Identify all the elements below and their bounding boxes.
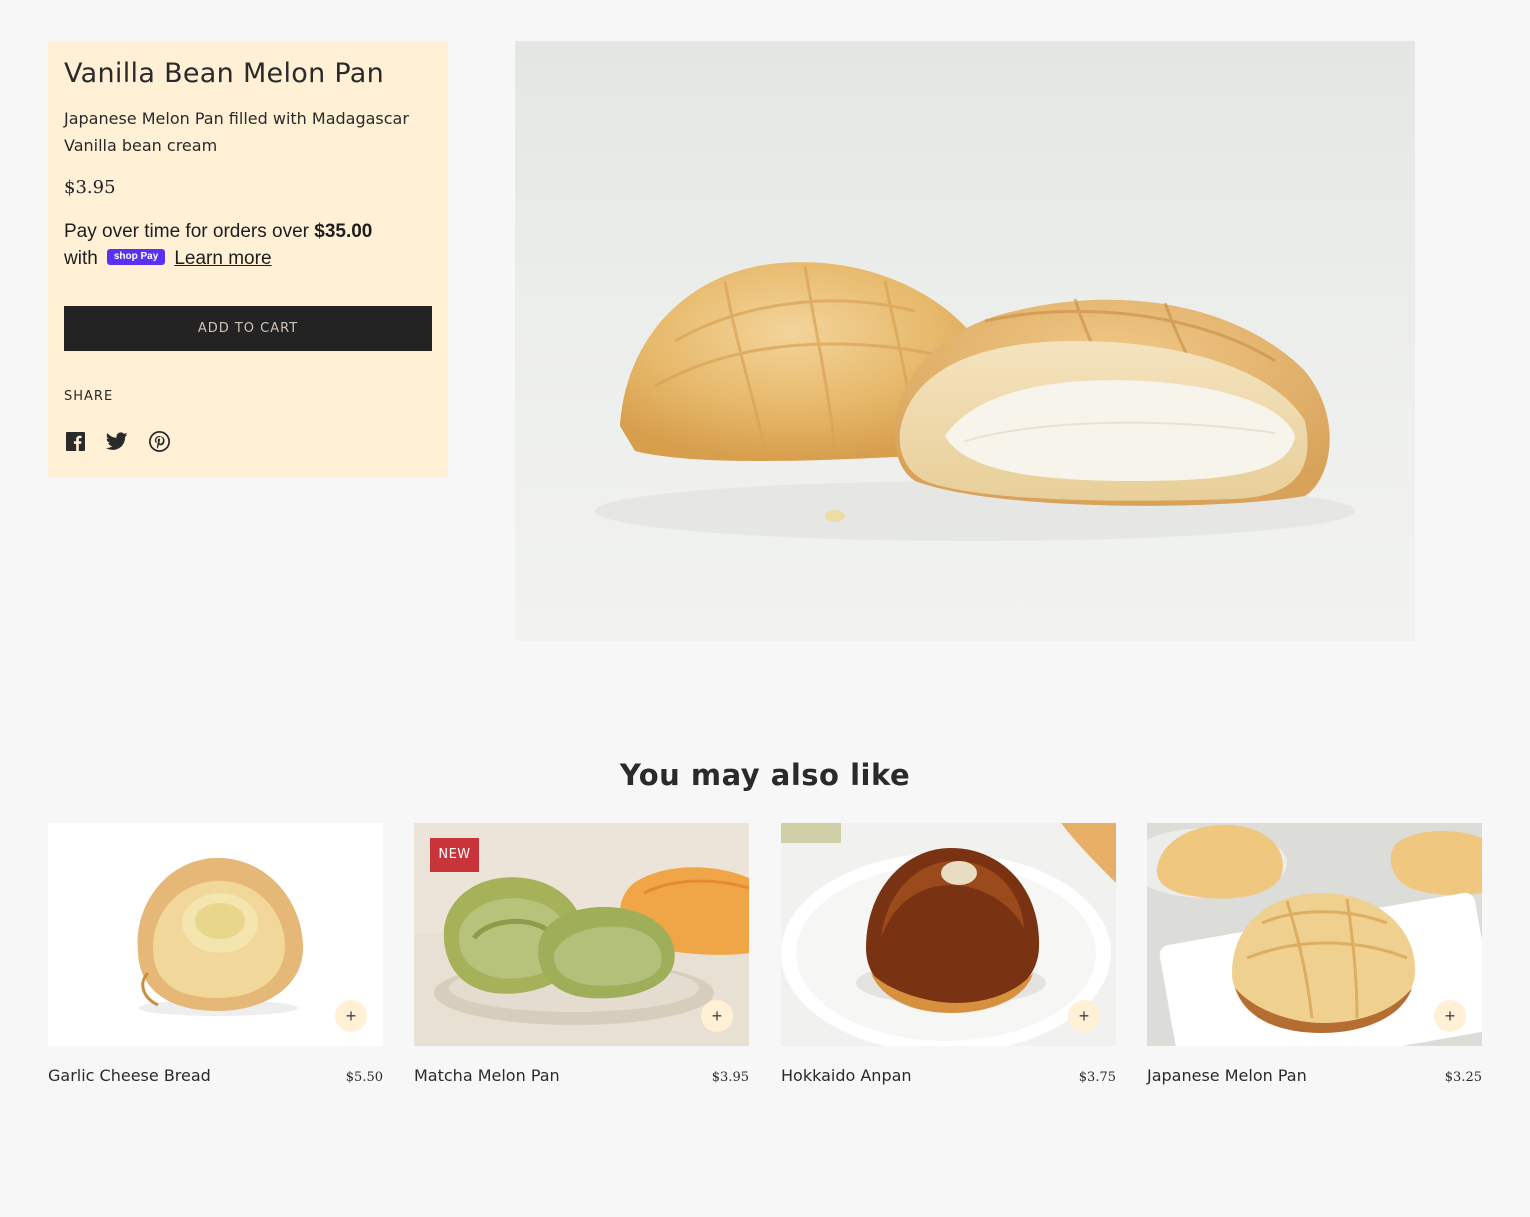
product-card-name[interactable]: Japanese Melon Pan — [1147, 1066, 1307, 1085]
product-card-meta: Japanese Melon Pan $3.25 — [1147, 1066, 1482, 1085]
related-products-title: You may also like — [619, 758, 911, 792]
product-card-price: $3.25 — [1444, 1070, 1482, 1085]
product-card-image[interactable]: + — [1147, 823, 1482, 1046]
facebook-icon[interactable] — [64, 430, 86, 452]
learn-more-link[interactable]: Learn more — [174, 248, 271, 269]
product-card-price: $5.50 — [345, 1070, 383, 1085]
twitter-icon[interactable] — [106, 430, 128, 452]
product-card-name[interactable]: Hokkaido Anpan — [781, 1066, 912, 1085]
shoppay-logo: shop Pay — [107, 248, 166, 265]
product-card-image[interactable]: NEW + — [414, 823, 749, 1046]
pinterest-icon[interactable] — [148, 430, 170, 452]
add-to-cart-button[interactable]: ADD TO CART — [64, 306, 432, 351]
shoppay-installments: Pay over time for orders over $35.00 wit… — [64, 218, 434, 272]
share-icons — [64, 430, 432, 452]
new-badge: NEW — [430, 838, 479, 872]
product-description: Japanese Melon Pan filled with Madagasca… — [64, 109, 409, 155]
quick-add-button[interactable]: + — [1068, 1000, 1100, 1032]
installments-text: Pay over time for orders over — [64, 221, 309, 242]
product-card[interactable]: + Garlic Cheese Bread $5.50 — [48, 823, 383, 1085]
product-card-image[interactable]: + — [48, 823, 383, 1046]
share-label: SHARE — [64, 389, 114, 404]
product-card[interactable]: + Japanese Melon Pan $3.25 — [1147, 823, 1482, 1085]
product-card-image[interactable]: + — [781, 823, 1116, 1046]
quick-add-button[interactable]: + — [335, 1000, 367, 1032]
product-hero-image[interactable] — [515, 41, 1415, 641]
product-info-panel: Vanilla Bean Melon Pan Japanese Melon Pa… — [48, 41, 448, 477]
quick-add-button[interactable]: + — [1434, 1000, 1466, 1032]
product-card-price: $3.75 — [1078, 1070, 1116, 1085]
product-card-meta: Hokkaido Anpan $3.75 — [781, 1066, 1116, 1085]
product-card-meta: Matcha Melon Pan $3.95 — [414, 1066, 749, 1085]
quick-add-button[interactable]: + — [701, 1000, 733, 1032]
product-title: Vanilla Bean Melon Pan — [64, 58, 384, 89]
product-card-name[interactable]: Garlic Cheese Bread — [48, 1066, 211, 1085]
product-card[interactable]: NEW + Matcha Melon Pan $3.95 — [414, 823, 749, 1085]
product-card-price: $3.95 — [711, 1070, 749, 1085]
installments-amount: $35.00 — [314, 221, 373, 242]
product-card-name[interactable]: Matcha Melon Pan — [414, 1066, 560, 1085]
product-price: $3.95 — [64, 177, 116, 198]
product-card-meta: Garlic Cheese Bread $5.50 — [48, 1066, 383, 1085]
product-card[interactable]: + Hokkaido Anpan $3.75 — [781, 823, 1116, 1085]
installments-with: with — [64, 248, 98, 269]
